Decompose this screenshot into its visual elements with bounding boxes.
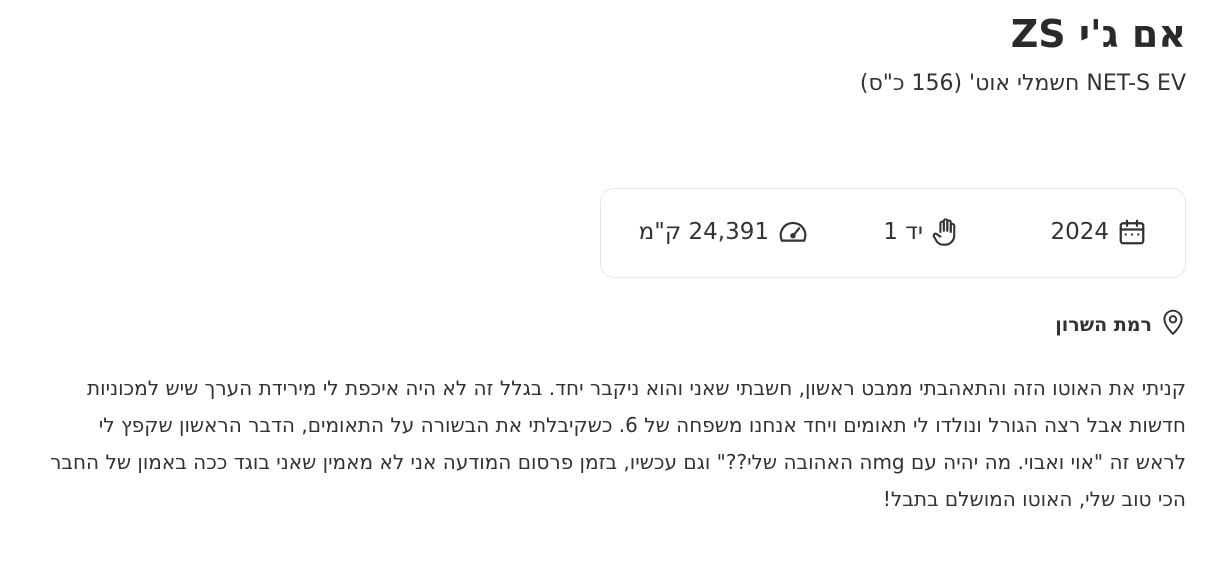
hand-icon <box>931 217 959 247</box>
spec-mileage-value: 24,391 ק"מ <box>638 219 769 245</box>
listing-subtitle: NET-S EV חשמלי אוט' (156 כ"ס) <box>859 71 1186 96</box>
specs-box: 2024 יד 1 24,391 ק"מ <box>600 188 1186 278</box>
location: רמת השרון <box>1055 308 1186 341</box>
listing-description: קניתי את האוטו הזה והתאהבתי ממבט ראשון, … <box>50 376 1186 511</box>
calendar-icon <box>1117 217 1147 247</box>
spec-hand-value: יד 1 <box>883 219 923 245</box>
listing-details: אם ג'י ZS NET-S EV חשמלי אוט' (156 כ"ס) … <box>22 10 1186 511</box>
spec-year-value: 2024 <box>1050 219 1109 245</box>
listing-title: אם ג'י ZS <box>1010 12 1186 56</box>
spec-mileage: 24,391 ק"מ <box>639 217 809 247</box>
speedometer-icon <box>777 217 809 247</box>
location-pin-icon <box>1160 308 1186 341</box>
location-text: רמת השרון <box>1055 313 1152 336</box>
spec-hand: יד 1 <box>883 217 959 247</box>
spec-year: 2024 <box>1050 217 1147 247</box>
